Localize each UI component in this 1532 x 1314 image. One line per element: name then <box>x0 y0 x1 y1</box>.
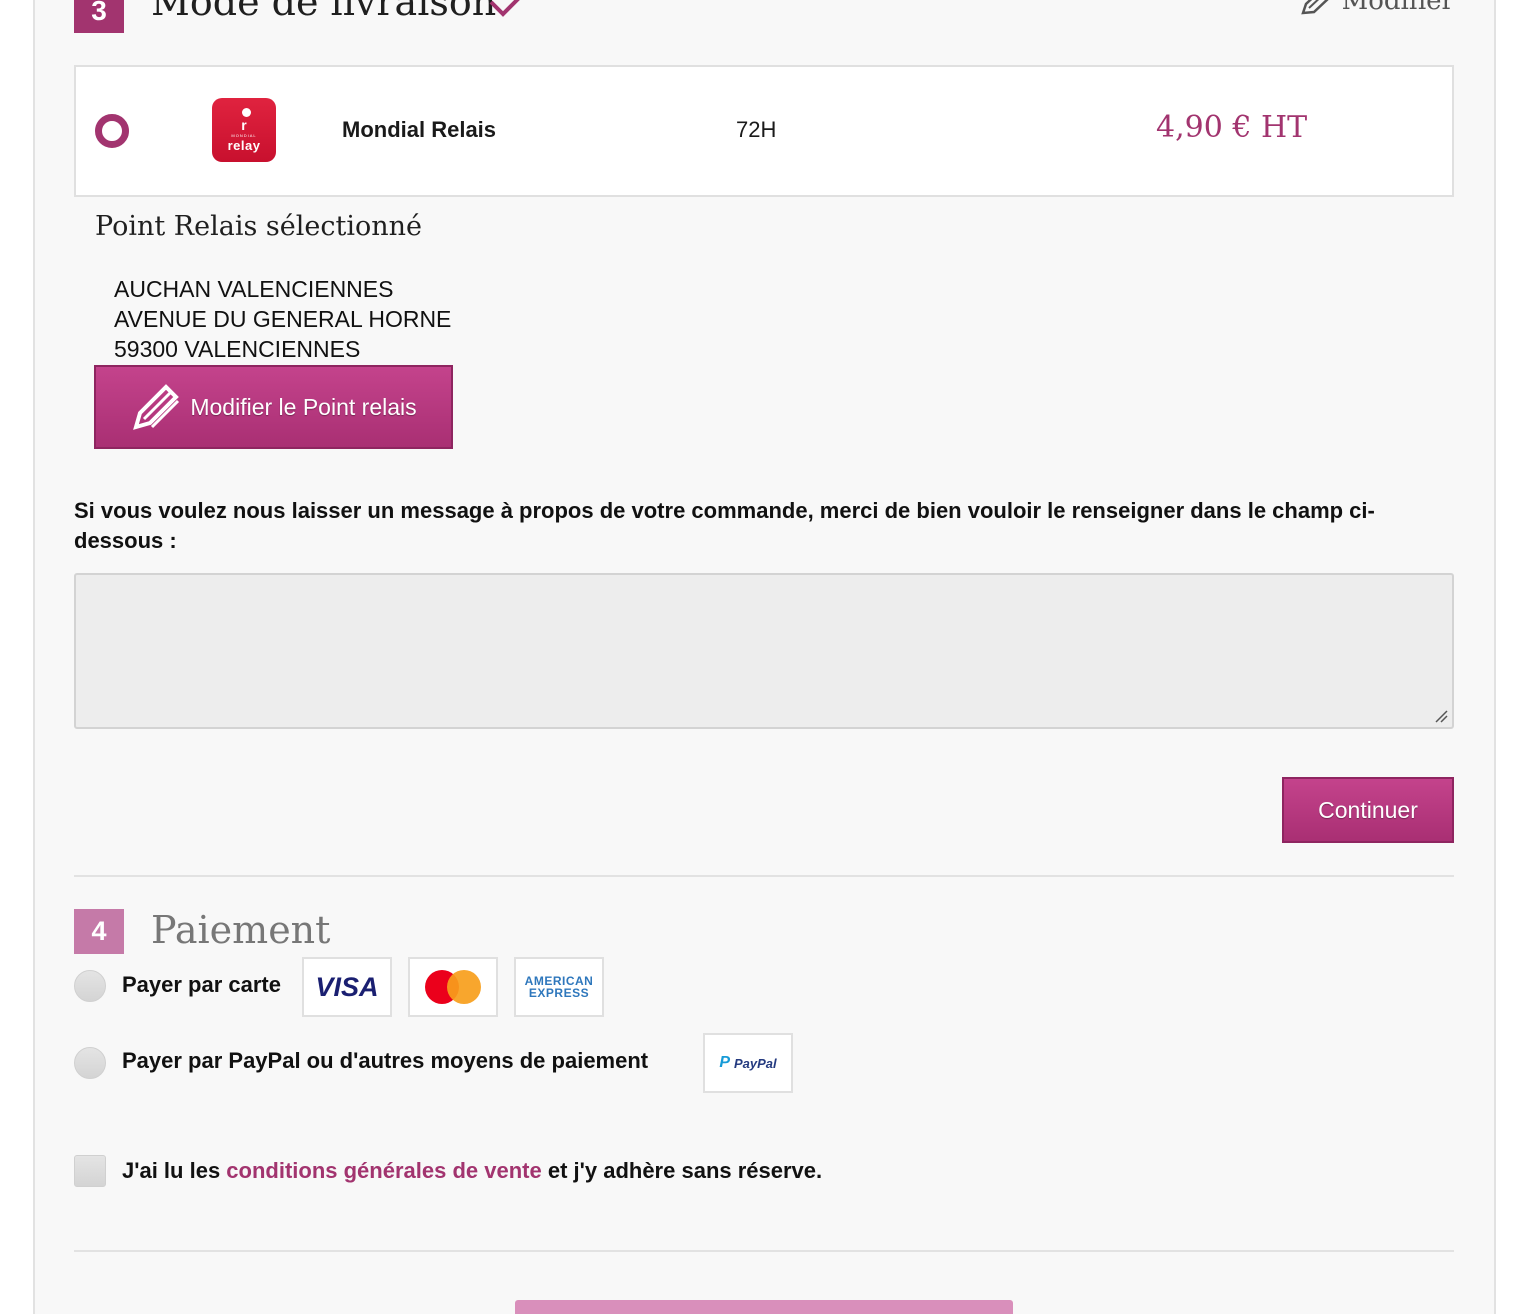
carrier-price: 4,90 € HT <box>1156 110 1308 145</box>
mastercard-logo <box>408 957 498 1017</box>
relay-address-line: AVENUE DU GENERAL HORNE <box>114 306 452 332</box>
relay-address-line: AUCHAN VALENCIENNES <box>114 276 394 302</box>
mondial-relay-logo: r MONDIAL relay <box>212 98 276 162</box>
carrier-radio-selected[interactable] <box>95 114 129 148</box>
step-number-badge: 3 <box>74 0 124 33</box>
pay-card-radio[interactable] <box>74 970 106 1002</box>
order-submit-button[interactable] <box>515 1300 1013 1314</box>
resize-grip-icon[interactable] <box>1434 709 1448 723</box>
edit-delivery-link[interactable]: Modifier <box>1300 0 1454 16</box>
carrier-delay: 72H <box>736 117 777 142</box>
continue-button[interactable]: Continuer <box>1282 777 1454 843</box>
section-divider <box>74 1250 1454 1252</box>
terms-label: J'ai lu les conditions générales de vent… <box>122 1158 823 1183</box>
pay-paypal-label[interactable]: Payer par PayPal ou d'autres moyens de p… <box>122 1048 648 1074</box>
edit-label: Modifier <box>1341 0 1454 16</box>
visa-logo: VISA <box>302 957 392 1017</box>
relay-point-heading: Point Relais sélectionné <box>95 211 422 242</box>
modify-relay-label: Modifier le Point relais <box>190 393 417 420</box>
pay-card-label[interactable]: Payer par carte <box>122 972 281 998</box>
step-title-payment: Paiement <box>151 908 331 952</box>
section-divider <box>74 875 1454 877</box>
message-label: Si vous voulez nous laisser un message à… <box>74 498 1375 553</box>
order-message-textarea[interactable] <box>74 573 1454 729</box>
modify-relay-point-button[interactable]: Modifier le Point relais <box>94 365 453 449</box>
terms-checkbox[interactable] <box>74 1155 106 1187</box>
pencil-icon <box>133 384 180 430</box>
carrier-name: Mondial Relais <box>342 117 497 142</box>
pencil-icon <box>1300 0 1329 15</box>
relay-address-line: 59300 VALENCIENNES <box>114 336 361 362</box>
checkmark-icon <box>489 0 520 17</box>
step-title-delivery: Mode de livraison <box>151 0 497 24</box>
terms-link[interactable]: conditions générales de vente <box>226 1158 541 1183</box>
pay-paypal-radio[interactable] <box>74 1047 106 1079</box>
amex-logo: AMERICAN EXPRESS <box>514 957 604 1017</box>
paypal-logo: P PayPal <box>703 1033 793 1093</box>
step-number-badge: 4 <box>74 909 124 954</box>
